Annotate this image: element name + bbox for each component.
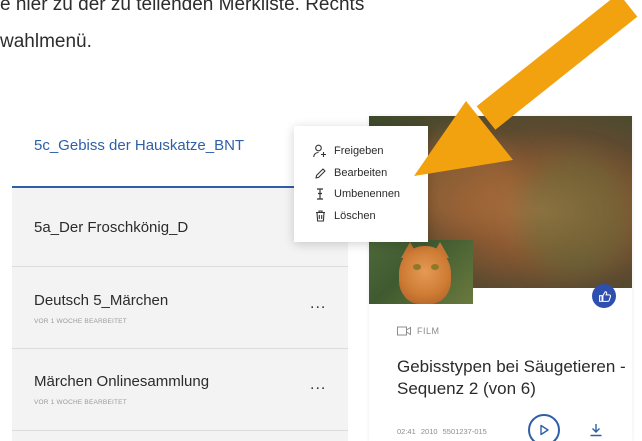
list-item-title: 5a_Der Froschkönig_D <box>34 219 189 236</box>
list-item-title: Deutsch 5_Märchen <box>34 292 169 309</box>
menu-item-label: Umbenennen <box>334 188 401 200</box>
media-title[interactable]: Gebisstypen bei Säugetieren - Sequenz 2 … <box>397 356 627 400</box>
list-item-deutsch-maerchen[interactable]: Deutsch 5_Märchen VOR 1 WOCHE BEARBEITET… <box>12 267 348 347</box>
context-menu: Freigeben Bearbeiten Umbenennen Löschen <box>294 126 428 242</box>
list-item-maerchen-online[interactable]: Märchen Onlinesammlung VOR 1 WOCHE BEARB… <box>12 349 348 429</box>
download-icon <box>590 424 602 437</box>
text-cursor-icon <box>312 186 328 202</box>
menu-item-label: Freigeben <box>334 145 384 157</box>
media-type-label: FILM <box>417 326 440 336</box>
media-type: FILM <box>397 326 440 336</box>
divider <box>12 430 348 431</box>
film-camera-icon <box>397 326 411 336</box>
menu-item-share[interactable]: Freigeben <box>312 142 384 160</box>
share-user-icon <box>312 143 328 159</box>
more-options-button[interactable]: ... <box>310 376 326 394</box>
cat-thumbnail <box>369 240 473 304</box>
media-meta: 02:41 2010 5501237-015 <box>397 427 487 436</box>
intro-line-1: e hier zu der zu teilenden Merkliste. Re… <box>0 0 365 15</box>
list-item-edited: VOR 1 WOCHE BEARBEITET <box>34 318 127 325</box>
list-item-title: Märchen Onlinesammlung <box>34 373 210 390</box>
more-options-button[interactable]: ... <box>310 295 326 313</box>
download-button[interactable] <box>582 416 610 441</box>
list-item-title: 5c_Gebiss der Hauskatze_BNT <box>34 137 245 154</box>
intro-text: e hier zu der zu teilenden Merkliste. Re… <box>0 0 642 60</box>
play-icon <box>540 424 549 436</box>
thumbs-up-icon <box>598 290 611 302</box>
menu-item-edit[interactable]: Bearbeiten <box>312 164 387 182</box>
menu-item-rename[interactable]: Umbenennen <box>312 185 400 203</box>
trash-icon <box>312 208 328 224</box>
menu-item-label: Bearbeiten <box>334 167 388 179</box>
play-button[interactable] <box>528 414 560 441</box>
intro-line-2: wahlmenü. <box>0 31 92 52</box>
menu-item-delete[interactable]: Löschen <box>312 207 376 225</box>
menu-item-label: Löschen <box>334 210 376 222</box>
list-item-edited: VOR 1 WOCHE BEARBEITET <box>34 399 127 406</box>
pencil-icon <box>312 165 328 181</box>
like-button[interactable] <box>592 284 616 308</box>
